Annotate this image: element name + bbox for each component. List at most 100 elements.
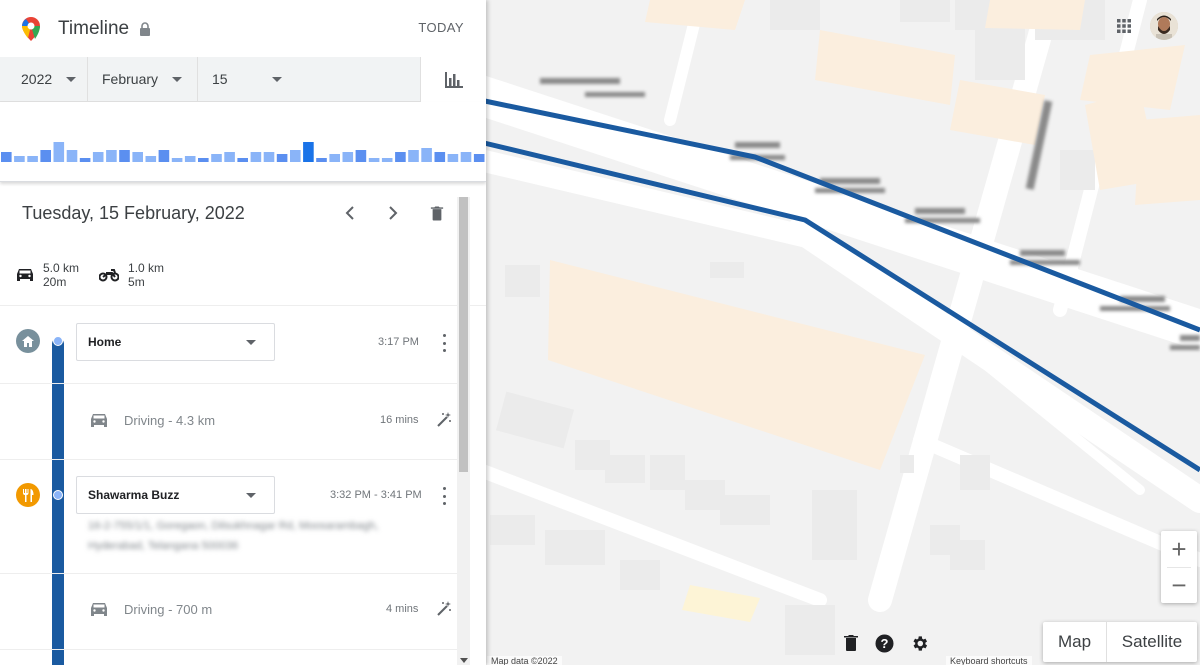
apps-grid-icon[interactable] (1116, 18, 1132, 39)
more-options-icon[interactable] (440, 334, 448, 352)
activity-bar[interactable] (408, 150, 419, 162)
avatar[interactable] (1150, 12, 1178, 40)
timeline-place-home: Home 3:17 PM (0, 306, 470, 384)
activity-bar[interactable] (303, 142, 314, 162)
bar-chart-button[interactable] (420, 57, 486, 102)
svg-text:?: ? (881, 636, 889, 651)
activity-bar[interactable] (447, 154, 459, 162)
activity-bar[interactable] (106, 150, 117, 162)
activity-bar[interactable] (224, 152, 235, 162)
activity-bar[interactable] (119, 150, 130, 162)
activity-bar[interactable] (40, 150, 51, 162)
delete-day-button[interactable] (427, 203, 447, 223)
map-attribution: Map data ©2022 (487, 656, 562, 665)
map-type-satellite-button[interactable]: Satellite (1107, 622, 1197, 662)
chevron-down-icon (172, 76, 183, 82)
trash-icon[interactable] (843, 634, 859, 657)
drive-mode: Driving (124, 602, 165, 617)
activity-bar[interactable] (14, 156, 25, 162)
maps-pin-logo-icon (22, 16, 40, 41)
drive-duration: 16 mins (380, 414, 419, 426)
activity-bar[interactable] (171, 158, 183, 162)
activity-bar[interactable] (355, 150, 367, 162)
timeline-dot (53, 490, 63, 500)
date-selector: 2022 February 15 (0, 57, 486, 102)
keyboard-shortcuts-link[interactable]: Keyboard shortcuts (946, 656, 1032, 665)
bar-chart-icon (444, 71, 463, 88)
activity-bar[interactable] (66, 150, 78, 162)
activity-bar[interactable] (473, 154, 485, 162)
activity-bar[interactable] (342, 152, 354, 162)
activity-bar[interactable] (395, 152, 406, 162)
previous-day-button[interactable] (340, 203, 360, 223)
activity-bar[interactable] (27, 156, 38, 162)
activity-bar[interactable] (92, 152, 104, 162)
place-select[interactable]: Home (76, 323, 275, 361)
place-time: 3:32 PM - 3:41 PM (330, 489, 422, 501)
drive-summary: Driving - 4.3 km (124, 413, 215, 428)
day-select[interactable]: 15 (198, 57, 288, 101)
activity-bar[interactable] (434, 152, 446, 162)
drive-duration: 4 mins (386, 603, 419, 615)
activity-bar[interactable] (53, 142, 65, 162)
zoom-out-button[interactable]: − (1161, 567, 1197, 603)
magic-edit-icon[interactable] (436, 412, 452, 428)
activity-bar[interactable] (329, 154, 340, 162)
activity-bar[interactable] (158, 150, 170, 162)
next-day-button[interactable] (383, 203, 403, 223)
activity-bar[interactable] (290, 150, 301, 162)
map-type-control: Map Satellite (1043, 622, 1197, 662)
month-value: February (102, 71, 159, 87)
activity-bar[interactable] (79, 158, 91, 162)
activity-bar[interactable] (237, 158, 248, 162)
activity-bar[interactable] (132, 152, 143, 162)
magic-edit-icon[interactable] (436, 601, 452, 617)
lock-icon (140, 21, 151, 36)
zoom-divider (1167, 567, 1191, 568)
activity-bar[interactable] (460, 152, 472, 162)
drive-mode: Driving (124, 413, 165, 428)
activity-bar[interactable] (184, 156, 196, 162)
more-options-icon[interactable] (440, 487, 448, 505)
chevron-down-icon (271, 76, 282, 82)
settings-gear-icon[interactable] (910, 634, 929, 658)
scrollbar-thumb[interactable] (459, 197, 468, 472)
activity-bar[interactable] (316, 158, 327, 162)
timeline-panel: Timeline TODAY 2022 February 15 Tuesday, (0, 0, 486, 665)
header: Timeline TODAY (0, 0, 486, 57)
place-name: Shawarma Buzz (88, 488, 180, 502)
activity-bar[interactable] (211, 154, 222, 162)
place-name: Home (88, 335, 122, 349)
chevron-down-icon (66, 76, 77, 82)
timeline-place-restaurant: Shawarma Buzz 3:32 PM - 3:41 PM 16-2-755… (0, 460, 470, 574)
activity-histogram[interactable] (0, 102, 486, 182)
activity-bar[interactable] (1, 152, 12, 162)
place-select[interactable]: Shawarma Buzz (76, 476, 275, 514)
activity-bar[interactable] (263, 152, 275, 162)
car-icon (91, 414, 107, 427)
month-select[interactable]: February (88, 57, 198, 101)
timeline-dot (53, 336, 63, 346)
motorcycle-duration: 5m (128, 274, 145, 289)
help-icon[interactable]: ? (875, 634, 894, 658)
zoom-in-button[interactable]: + (1161, 531, 1197, 567)
activity-bar[interactable] (381, 158, 393, 162)
day-value: 15 (212, 71, 228, 87)
place-time: 3:17 PM (378, 336, 419, 348)
year-value: 2022 (21, 71, 53, 87)
activity-bar[interactable] (145, 156, 157, 162)
scrollbar[interactable] (457, 197, 470, 665)
today-button[interactable]: TODAY (418, 20, 464, 35)
timeline-drive[interactable]: Driving - 4.3 km 16 mins (0, 384, 470, 460)
year-select[interactable]: 2022 (0, 57, 88, 101)
activity-bar[interactable] (421, 148, 432, 162)
activity-bar[interactable] (250, 152, 262, 162)
activity-bar[interactable] (198, 158, 209, 162)
scroll-down-arrow-icon[interactable] (460, 658, 468, 663)
activity-bar[interactable] (368, 158, 380, 162)
car-icon (17, 268, 33, 281)
car-duration: 20m (43, 274, 67, 289)
map-type-map-button[interactable]: Map (1043, 622, 1107, 662)
timeline-drive[interactable]: Driving - 700 m 4 mins (0, 574, 470, 650)
activity-bar[interactable] (276, 154, 288, 162)
